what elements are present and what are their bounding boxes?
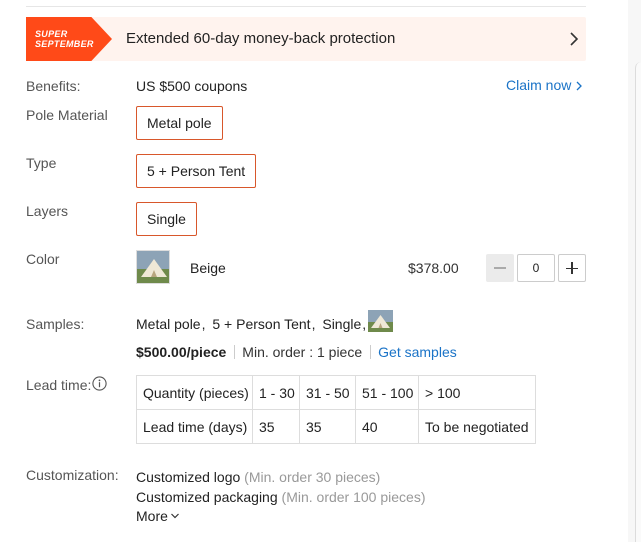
samples-variant-list: Metal pole, 5 + Person Tent, Single, (136, 316, 367, 332)
sample-price-line: $500.00/piece Min. order : 1 piece Get sam… (136, 344, 457, 360)
option-metal-pole[interactable]: Metal pole (136, 106, 223, 140)
table-row: Lead time (days) 35 35 40 To be negotiat… (136, 409, 536, 444)
option-single[interactable]: Single (136, 202, 197, 236)
info-icon[interactable] (92, 376, 107, 391)
decrease-quantity-button[interactable] (486, 254, 514, 282)
color-price: $378.00 (408, 260, 459, 276)
get-samples-link[interactable]: Get samples (378, 344, 457, 360)
type-label: Type (26, 155, 57, 171)
table-cell: 35 (252, 409, 300, 444)
color-label: Color (26, 251, 60, 267)
option-5-person-tent[interactable]: 5 + Person Tent (136, 154, 257, 188)
customization-name: Customized logo (136, 469, 241, 485)
table-row: Quantity (pieces) 1 - 30 31 - 50 51 - 10… (136, 375, 536, 410)
lead-time-label: Lead time: (26, 377, 92, 393)
customization-item: Customized packaging (Min. order 100 pie… (136, 489, 425, 505)
color-name: Beige (190, 260, 226, 276)
super-september-badge: SUPER SEPTEMBER (26, 17, 112, 61)
right-panel-edge (628, 0, 641, 542)
sample-item: 5 + Person Tent (212, 316, 311, 332)
benefits-label: Benefits: (26, 78, 81, 94)
sample-item: Metal pole (136, 316, 201, 332)
table-cell: 51 - 100 (355, 375, 419, 410)
table-cell: 35 (299, 409, 356, 444)
claim-now-link[interactable]: Claim now (506, 77, 583, 93)
badge-line2: SEPTEMBER (35, 39, 94, 49)
pole-material-label: Pole Material (26, 107, 108, 123)
more-label: More (136, 508, 168, 524)
chevron-right-icon (576, 81, 583, 91)
customization-note: (Min. order 30 pieces) (244, 469, 381, 485)
customization-item: Customized logo (Min. order 30 pieces) (136, 469, 380, 485)
lead-time-table: Quantity (pieces) 1 - 30 31 - 50 51 - 10… (136, 375, 536, 444)
promo-banner[interactable]: SUPER SEPTEMBER Extended 60-day money-ba… (26, 17, 586, 61)
sample-item: Single (322, 316, 362, 332)
claim-now-label: Claim now (506, 77, 572, 93)
tent-image (137, 251, 169, 283)
layers-label: Layers (26, 203, 69, 219)
color-thumbnail[interactable] (136, 250, 170, 284)
table-cell: 40 (355, 409, 419, 444)
benefits-value: US $500 coupons (136, 78, 248, 94)
chevron-right-icon[interactable] (566, 31, 582, 47)
sample-thumbnail (368, 310, 393, 332)
badge-line1: SUPER (35, 29, 68, 39)
samples-label: Samples: (26, 316, 85, 332)
table-cell: 1 - 30 (252, 375, 300, 410)
customization-note: (Min. order 100 pieces) (281, 489, 426, 505)
table-cell: Quantity (pieces) (136, 375, 253, 410)
table-cell: > 100 (418, 375, 536, 410)
customization-name: Customized packaging (136, 489, 278, 505)
sample-price: $500.00/piece (136, 344, 227, 360)
table-cell: 31 - 50 (299, 375, 356, 410)
customization-label: Customization: (26, 467, 119, 483)
banner-text: Extended 60-day money-back protection (126, 30, 396, 47)
top-divider (26, 6, 586, 7)
table-cell: To be negotiated (418, 409, 536, 444)
sample-min-order: Min. order : 1 piece (242, 344, 363, 360)
chevron-down-icon (170, 513, 179, 519)
more-toggle[interactable]: More (136, 508, 180, 524)
table-cell: Lead time (days) (136, 409, 253, 444)
increase-quantity-button[interactable] (558, 254, 586, 282)
quantity-input[interactable] (517, 254, 555, 282)
